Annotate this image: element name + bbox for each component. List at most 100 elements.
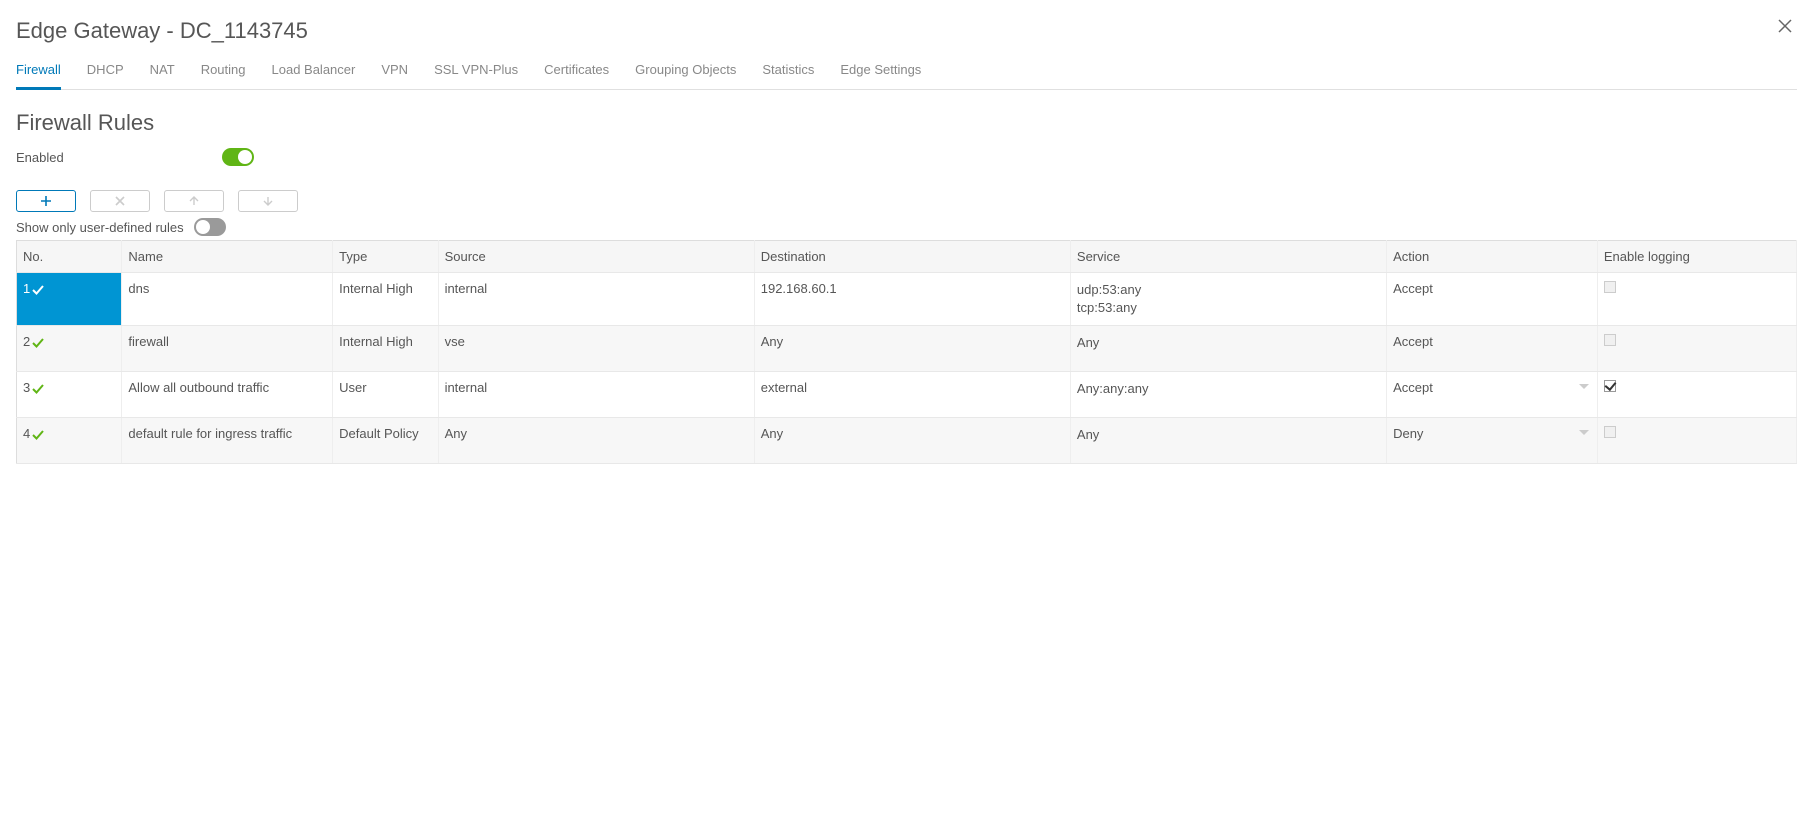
- delete-icon: [114, 195, 126, 207]
- cell-destination[interactable]: external: [754, 372, 1070, 418]
- log-checkbox[interactable]: [1604, 380, 1616, 392]
- close-button[interactable]: [1777, 18, 1793, 34]
- cell-service[interactable]: Any: [1070, 326, 1386, 372]
- check-icon: [32, 429, 44, 441]
- cell-type: Default Policy: [333, 418, 438, 464]
- move-down-button[interactable]: [238, 190, 298, 212]
- service-entry: tcp:53:any: [1077, 299, 1380, 317]
- cell-action: Accept: [1387, 273, 1598, 326]
- tab-routing[interactable]: Routing: [201, 62, 246, 90]
- col-log[interactable]: Enable logging: [1597, 241, 1796, 273]
- col-type[interactable]: Type: [333, 241, 438, 273]
- table-row[interactable]: 4 default rule for ingress trafficDefault…: [17, 418, 1797, 464]
- cell-destination[interactable]: 192.168.60.1: [754, 273, 1070, 326]
- cell-no[interactable]: 1: [17, 273, 122, 326]
- log-checkbox: [1604, 281, 1616, 293]
- cell-log[interactable]: [1597, 372, 1796, 418]
- tab-dhcp[interactable]: DHCP: [87, 62, 124, 90]
- delete-rule-button[interactable]: [90, 190, 150, 212]
- action-value: Deny: [1393, 426, 1423, 441]
- col-action[interactable]: Action: [1387, 241, 1598, 273]
- user-rules-label: Show only user-defined rules: [16, 220, 184, 235]
- edge-gateway-modal: Edge Gateway - DC_1143745 FirewallDHCPNA…: [0, 0, 1813, 472]
- arrow-down-icon: [262, 195, 274, 207]
- cell-source[interactable]: internal: [438, 273, 754, 326]
- tab-firewall[interactable]: Firewall: [16, 62, 61, 90]
- user-rules-row: Show only user-defined rules: [16, 218, 1797, 236]
- service-entry: Any: [1077, 334, 1380, 352]
- tab-statistics[interactable]: Statistics: [762, 62, 814, 90]
- cell-action: Accept: [1387, 326, 1598, 372]
- log-checkbox: [1604, 426, 1616, 438]
- cell-type: Internal High: [333, 273, 438, 326]
- tab-certificates[interactable]: Certificates: [544, 62, 609, 90]
- tab-edge-settings[interactable]: Edge Settings: [840, 62, 921, 90]
- section-title: Firewall Rules: [16, 110, 1797, 136]
- cell-type: User: [333, 372, 438, 418]
- cell-no[interactable]: 3: [17, 372, 122, 418]
- tab-load-balancer[interactable]: Load Balancer: [272, 62, 356, 90]
- service-entry: udp:53:any: [1077, 281, 1380, 299]
- chevron-down-icon: [1579, 384, 1589, 389]
- action-value: Accept: [1393, 334, 1433, 349]
- service-entry: Any:any:any: [1077, 380, 1380, 398]
- rules-toolbar: [16, 190, 1797, 212]
- tab-vpn[interactable]: VPN: [381, 62, 408, 90]
- table-row[interactable]: 2firewallInternal HighvseAnyAnyAccept: [17, 326, 1797, 372]
- check-icon: [32, 337, 44, 349]
- enabled-toggle[interactable]: [222, 148, 254, 166]
- cell-log[interactable]: [1597, 273, 1796, 326]
- table-row[interactable]: 3 Allow all outbound trafficUserinternale…: [17, 372, 1797, 418]
- cell-name[interactable]: firewall: [122, 326, 333, 372]
- firewall-rules-table: No. Name Type Source Destination Service…: [16, 240, 1797, 464]
- service-entry: Any: [1077, 426, 1380, 444]
- rule-number: 4: [23, 426, 30, 441]
- tab-bar: Firewall DHCP NAT Routing Load Balancer VPN SS…: [16, 62, 1797, 90]
- cell-service[interactable]: udp:53:anytcp:53:any: [1070, 273, 1386, 326]
- cell-destination[interactable]: Any: [754, 326, 1070, 372]
- table-row[interactable]: 1dnsInternal Highinternal192.168.60.1udp…: [17, 273, 1797, 326]
- log-checkbox: [1604, 334, 1616, 346]
- cell-service[interactable]: Any:any:any: [1070, 372, 1386, 418]
- chevron-down-icon: [1579, 430, 1589, 435]
- cell-source[interactable]: vse: [438, 326, 754, 372]
- arrow-up-icon: [188, 195, 200, 207]
- close-icon: [1777, 18, 1793, 34]
- add-rule-button[interactable]: [16, 190, 76, 212]
- col-source[interactable]: Source: [438, 241, 754, 273]
- check-icon: [32, 383, 44, 395]
- cell-no[interactable]: 2: [17, 326, 122, 372]
- tab-nat[interactable]: NAT: [150, 62, 175, 90]
- enabled-row: Enabled: [16, 148, 1797, 166]
- action-value: Accept: [1393, 281, 1433, 296]
- cell-source[interactable]: internal: [438, 372, 754, 418]
- enabled-label: Enabled: [16, 150, 222, 165]
- action-value: Accept: [1393, 380, 1433, 395]
- rule-number: 1: [23, 281, 30, 296]
- rule-number: 3: [23, 380, 30, 395]
- rule-number: 2: [23, 334, 30, 349]
- plus-icon: [40, 195, 52, 207]
- cell-name[interactable]: default rule for ingress traffic: [122, 418, 333, 464]
- col-name[interactable]: Name: [122, 241, 333, 273]
- cell-destination[interactable]: Any: [754, 418, 1070, 464]
- check-icon: [32, 284, 44, 296]
- cell-log[interactable]: [1597, 326, 1796, 372]
- cell-log[interactable]: [1597, 418, 1796, 464]
- cell-name[interactable]: Allow all outbound traffic: [122, 372, 333, 418]
- col-service[interactable]: Service: [1070, 241, 1386, 273]
- tab-grouping-objects[interactable]: Grouping Objects: [635, 62, 736, 90]
- cell-name[interactable]: dns: [122, 273, 333, 326]
- user-rules-toggle[interactable]: [194, 218, 226, 236]
- tab-ssl-vpn-plus[interactable]: SSL VPN-Plus: [434, 62, 518, 90]
- cell-action[interactable]: Accept: [1387, 372, 1598, 418]
- cell-action[interactable]: Deny: [1387, 418, 1598, 464]
- col-no[interactable]: No.: [17, 241, 122, 273]
- table-header-row: No. Name Type Source Destination Service…: [17, 241, 1797, 273]
- move-up-button[interactable]: [164, 190, 224, 212]
- col-destination[interactable]: Destination: [754, 241, 1070, 273]
- cell-service[interactable]: Any: [1070, 418, 1386, 464]
- cell-no[interactable]: 4: [17, 418, 122, 464]
- cell-type: Internal High: [333, 326, 438, 372]
- cell-source[interactable]: Any: [438, 418, 754, 464]
